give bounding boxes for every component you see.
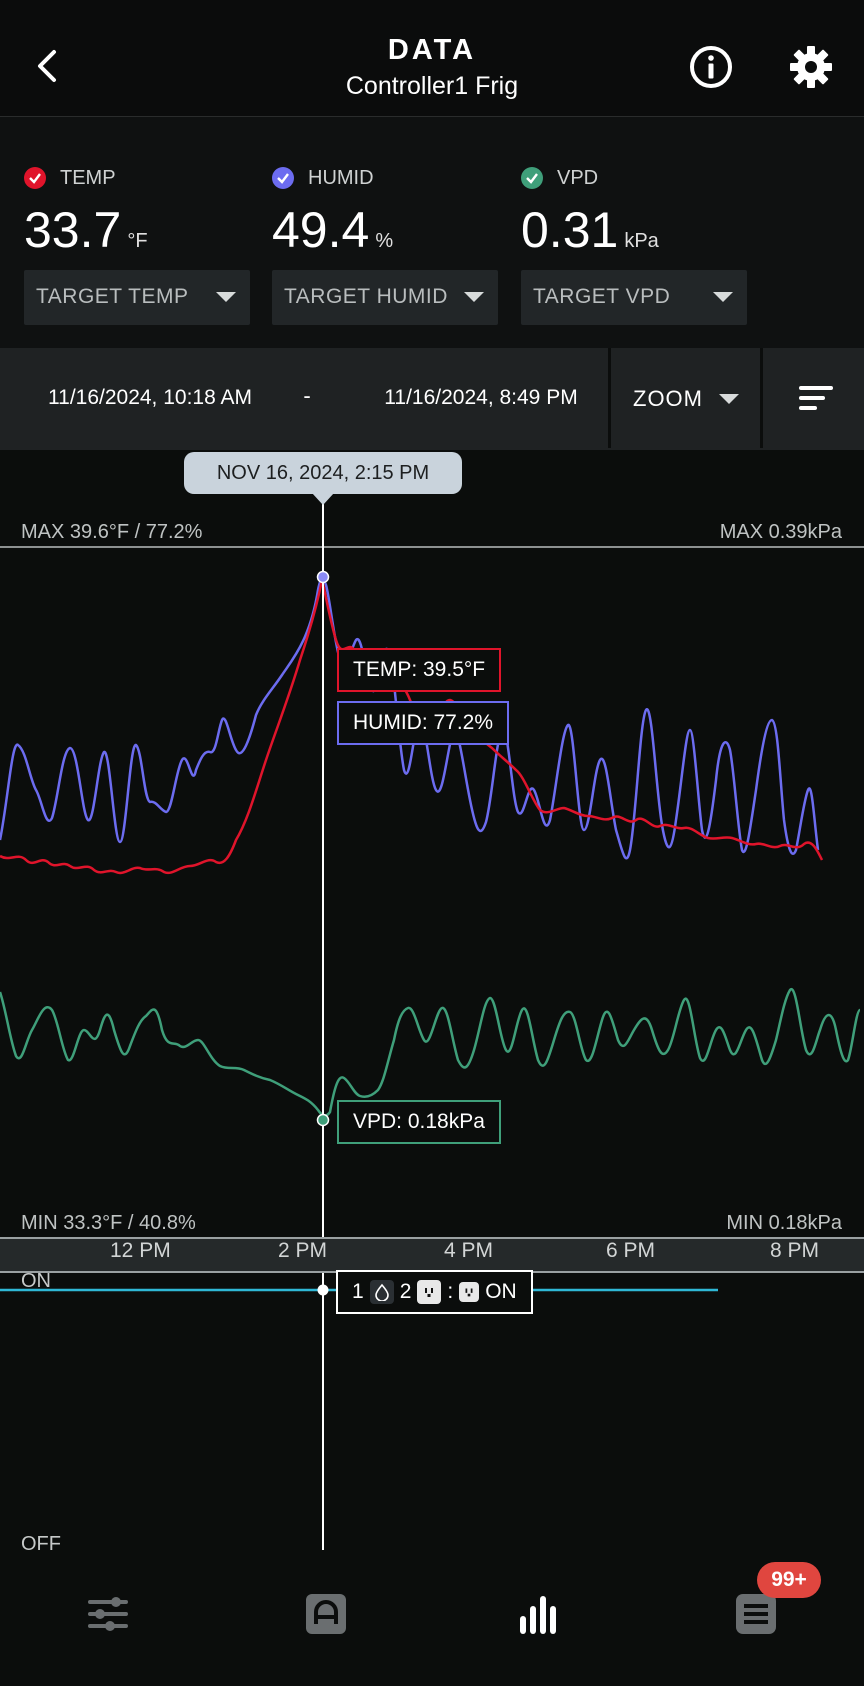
humid-label: HUMID — [308, 166, 374, 189]
filter-button[interactable] — [760, 348, 864, 448]
sliders-icon — [88, 1597, 128, 1631]
target-temp-dropdown[interactable]: TARGET TEMP — [24, 270, 250, 325]
page-title: DATA — [387, 34, 477, 66]
temp-tooltip: TEMP: 39.5°F — [337, 648, 502, 692]
device-state-tooltip: 1 2 : ON — [336, 1270, 533, 1314]
line-chart[interactable] — [0, 450, 864, 1560]
humid-cursor-point — [316, 570, 330, 584]
settings-button[interactable] — [788, 44, 834, 90]
humid-value: 49.4% — [272, 202, 394, 258]
cursor-time-bubble: NOV 16, 2024, 2:15 PM — [184, 452, 462, 494]
notification-badge: 99+ — [757, 1562, 821, 1598]
max-right-label: MAX 0.39kPa — [719, 521, 842, 543]
sort-lines-icon — [799, 386, 833, 410]
readings-panel: TEMP 33.7 °F TARGET TEMP HUMID 49.4% TARG… — [0, 117, 864, 349]
vpd-label: VPD — [557, 166, 599, 189]
vpd-value: 0.31 kPa — [521, 202, 659, 258]
x-tick-label: 8 PM — [770, 1239, 820, 1262]
min-left-label: MIN 33.3°F / 40.8% — [21, 1212, 196, 1234]
outlet-icon — [459, 1282, 480, 1302]
vpd-series-line — [0, 988, 862, 1117]
info-button[interactable] — [688, 44, 734, 90]
info-icon — [690, 46, 732, 88]
list-box-icon — [736, 1594, 776, 1634]
date-range-bar: 11/16/2024, 10:18 AM - 11/16/2024, 8:49 … — [0, 348, 864, 450]
start-date-picker[interactable]: 11/16/2024, 10:18 AM — [0, 348, 300, 448]
app-header: DATA Controller1 Frig — [0, 0, 864, 117]
bottom-nav — [0, 1560, 864, 1686]
off-label: OFF — [21, 1533, 61, 1555]
temp-label: TEMP — [60, 166, 116, 189]
x-tick-label: 2 PM — [278, 1239, 328, 1262]
check-icon[interactable] — [272, 167, 294, 189]
x-tick-label: 12 PM — [110, 1239, 171, 1262]
date-separator: - — [303, 383, 311, 408]
x-tick-label: 6 PM — [606, 1239, 656, 1262]
temp-reading: TEMP 33.7 °F TARGET TEMP — [24, 117, 264, 349]
nav-controls[interactable] — [78, 1586, 138, 1642]
gear-icon — [790, 46, 832, 88]
humid-tooltip: HUMID: 77.2% — [337, 701, 510, 745]
temp-value: 33.7 °F — [24, 202, 148, 258]
on-label: ON — [21, 1270, 51, 1292]
nav-data[interactable] — [510, 1586, 570, 1642]
caret-down-icon — [713, 292, 733, 302]
end-date-picker[interactable]: 11/16/2024, 8:49 PM — [356, 348, 606, 448]
nav-automation[interactable] — [296, 1586, 356, 1642]
check-icon[interactable] — [24, 167, 46, 189]
outlet-icon — [417, 1280, 442, 1304]
check-icon[interactable] — [521, 167, 543, 189]
vpd-cursor-point — [316, 1113, 330, 1127]
device-cursor-point — [317, 1284, 329, 1296]
target-vpd-dropdown[interactable]: TARGET VPD — [521, 270, 747, 325]
caret-down-icon — [464, 292, 484, 302]
water-drop-icon — [369, 1280, 394, 1304]
cursor-bubble-pointer — [312, 493, 334, 505]
caret-down-icon — [216, 292, 236, 302]
a-box-icon — [306, 1594, 346, 1634]
bar-chart-icon — [520, 1596, 556, 1634]
target-humid-dropdown[interactable]: TARGET HUMID — [272, 270, 498, 325]
caret-down-icon — [719, 394, 739, 404]
page-subtitle: Controller1 Frig — [345, 72, 519, 100]
humid-reading: HUMID 49.4% TARGET HUMID — [272, 117, 512, 349]
min-right-label: MIN 0.18kPa — [726, 1212, 842, 1234]
zoom-dropdown[interactable]: ZOOM — [608, 348, 763, 448]
vpd-reading: VPD 0.31 kPa TARGET VPD — [521, 117, 761, 349]
max-left-label: MAX 39.6°F / 77.2% — [21, 521, 203, 543]
x-tick-label: 4 PM — [444, 1239, 494, 1262]
vpd-tooltip: VPD: 0.18kPa — [337, 1100, 501, 1144]
